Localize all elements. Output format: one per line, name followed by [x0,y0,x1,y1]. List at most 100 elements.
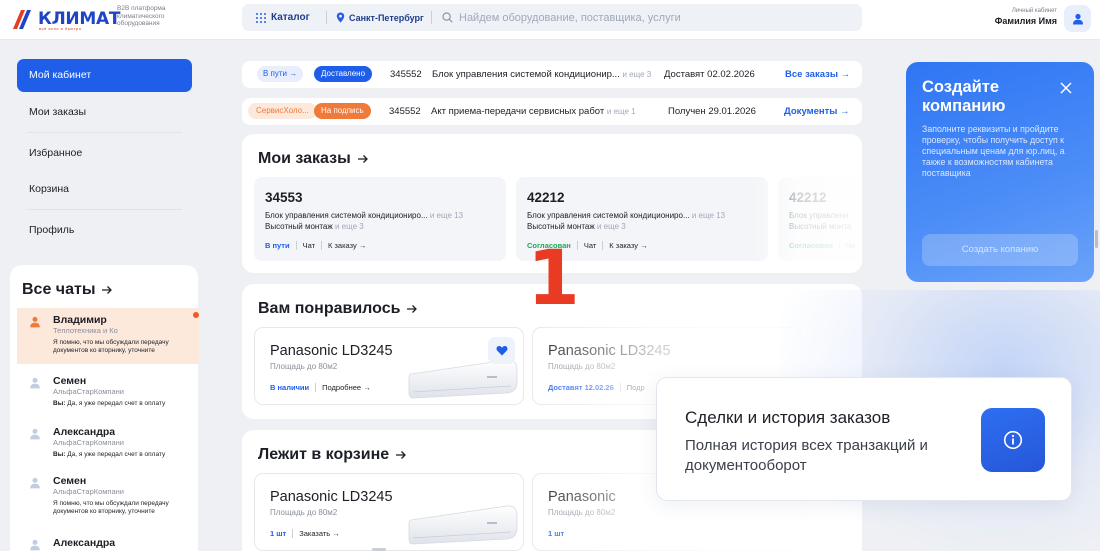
order-now-link[interactable]: Заказать → [299,529,340,538]
status-prev-badge: В пути → [257,66,304,82]
product-actions: В наличии Подробнее → [270,383,371,392]
product-name: Panasonic LD3245 [270,343,393,359]
to-order-link[interactable]: К заказу → [609,241,647,250]
nav-item-profile[interactable]: Профиль [17,214,192,247]
chat-name: Семен [53,475,87,487]
chat-item[interactable]: Александра [17,531,199,551]
chat-link[interactable]: Чат [303,241,315,250]
chat-item[interactable]: Александра АльфаСтарКомпани Вы: Да, я уж… [17,420,199,465]
close-icon[interactable] [1058,80,1074,96]
status-prev-text: В пути [263,69,288,78]
status-badge: Доставлено [314,66,373,82]
product-name: Panasonic LD3245 [548,343,671,359]
product-actions: 1 шт [548,529,564,538]
chat-name: Владимир [53,314,107,326]
chats-title: Все чаты [22,281,96,298]
chat-message: Вы: Да, я уже передал счет в оплату [53,400,193,408]
chat-link[interactable]: Чат [584,241,596,250]
create-company-button[interactable]: Создать копанию [922,234,1078,266]
chat-item[interactable]: Семен АльфаСтарКомпани Вы: Да, я уже пер… [17,369,199,414]
account-name[interactable]: Фамилия Имя [995,16,1057,26]
chats-title-link[interactable]: Все чаты [22,281,113,299]
nav-item-orders[interactable]: Мои заказы [17,96,192,129]
catalog-button[interactable]: Каталог [256,4,310,31]
order-item-more: и еще 13 [691,211,726,220]
notification-date: Доставят 02.02.2026 [664,69,755,80]
chat-message: Я помню, что мы обсуждали передачу докум… [53,500,169,515]
chat-link[interactable]: Ча [846,241,855,250]
notification-title-text: Блок управления системой кондиционир... [432,69,620,80]
quantity: 1 шт [270,529,287,538]
search-field-wrap [442,4,759,31]
tooltip-text: Полная история всех транзакций и докумен… [685,437,928,474]
user-icon [30,377,40,389]
user-icon [30,477,40,489]
divider [326,11,327,24]
search-icon [442,12,453,23]
chat-item[interactable]: Владимир Теплотехника и Ко Я помню, что … [17,308,199,364]
notification-title-text: Акт приема-передачи сервисных работ [431,106,605,117]
user-avatar-button[interactable] [1064,5,1091,32]
info-icon [1003,430,1023,450]
all-orders-link[interactable]: Все заказы → [785,61,850,88]
to-order-link[interactable]: К заказу → [328,241,366,250]
product-actions: Доставят 12.02.26 Подр [548,383,645,392]
order-number: 34553 [265,190,303,205]
product-card[interactable]: Panasonic LD3245 Площадь до 80м2 1 шт За… [254,473,524,551]
order-card[interactable]: 34553 Блок управления системой кондицион… [254,177,506,261]
product-area: Площадь до 80м2 [548,362,616,371]
order-item-line: Блок управления системой кондициониро...… [265,210,506,221]
order-item-text: Высотный монтаж [527,222,595,231]
company-badge: СервисХоло... [248,103,317,119]
order-actions: Согласован Ча [789,241,855,250]
nav-item-favorites[interactable]: Избранное [17,137,192,170]
user-icon [30,428,40,440]
nav-divider [27,209,182,210]
section-title: Мои заказы [258,150,351,167]
promo-title: Создайте компанию [922,78,1006,115]
user-icon [30,539,40,551]
account-label: Личный кабинет [1011,8,1057,14]
air-conditioner-image [408,505,518,545]
nav-item-cart[interactable]: Корзина [17,173,192,206]
delivery-notification[interactable]: В пути → Доставлено 345552 Блок управлен… [242,61,862,88]
favorite-button[interactable] [488,337,515,364]
notification-title: Блок управления системой кондиционир... … [432,61,651,88]
status-arrow: → [289,69,298,78]
city-selector[interactable]: Санкт-Петербург [336,4,424,31]
heart-icon [496,346,507,356]
quantity: 1 шт [548,529,565,538]
catalog-label: Каталог [271,12,310,23]
scrollbar[interactable] [1095,230,1098,248]
documents-link[interactable]: Документы → [784,98,850,125]
arrow-right-icon [407,305,418,313]
cart-title-link[interactable]: Лежит в корзине [258,446,407,464]
details-link[interactable]: Подробнее → [322,383,370,392]
chat-item[interactable]: Семен АльфаСтарКомпани Я помню, что мы о… [17,469,199,522]
order-item-more: и еще 3 [596,222,626,231]
order-item-more: и еще 13 [429,211,464,220]
product-area: Площадь до 80м2 [270,362,338,371]
platform-description: B2B платформа климатического оборудовани… [117,5,166,28]
notification-more: и еще 3 [622,70,652,79]
order-item-more: и еще 3 [334,222,364,231]
chat-message-text: Да, я уже передал счет в оплату [67,451,166,458]
info-button[interactable] [981,408,1045,472]
nav-item-dashboard[interactable]: Мой кабинет [17,59,192,92]
logo-tagline: всё ясно и быстро [39,26,82,31]
order-number: 42212 [789,190,827,205]
details-link[interactable]: Подр [627,383,645,392]
order-card[interactable]: 42212 Блок управлени Высотный монта Согл… [778,177,862,261]
order-status: Согласован [789,241,833,250]
grid-icon [256,12,266,23]
chat-company: АльфаСтарКомпани [53,438,124,447]
section-title: Вам понравилось [258,300,401,317]
order-item-line: Высотный монта [789,222,852,231]
chat-company: АльфаСтарКомпани [53,487,124,496]
document-notification[interactable]: СервисХоло... На подпись 345552 Акт прие… [242,98,862,125]
search-input[interactable] [459,11,759,24]
search-bar: Каталог Санкт-Петербург [242,4,862,31]
liked-title-link[interactable]: Вам понравилось [258,300,418,318]
product-card[interactable]: Panasonic LD3245 Площадь до 80м2 В налич… [254,327,524,405]
my-orders-title-link[interactable]: Мои заказы [258,150,369,168]
